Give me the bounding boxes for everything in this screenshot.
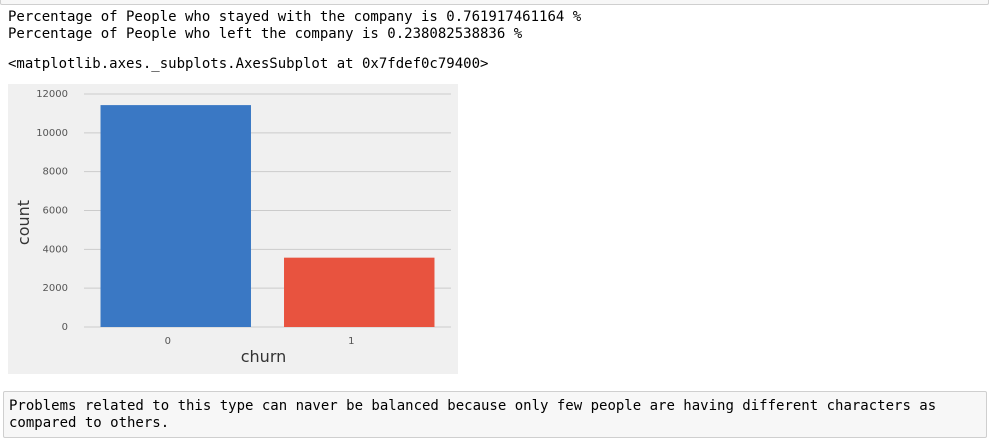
churn-count-chart: 0 2000 4000 6000 8000 10000 12000 0 1 count chu…: [8, 84, 458, 374]
x-tick-label: 0: [165, 336, 171, 347]
y-tick-label: 0: [62, 322, 68, 333]
y-axis-label: count: [14, 200, 33, 245]
x-tick-label: 1: [348, 336, 354, 347]
y-tick-label: 6000: [43, 206, 68, 217]
y-tick-label: 8000: [43, 167, 68, 178]
previous-cell-border: [0, 0, 989, 5]
x-axis-label: churn: [241, 347, 287, 366]
output-stayed-percentage: Percentage of People who stayed with the…: [8, 9, 582, 25]
chart-svg: 0 2000 4000 6000 8000 10000 12000 0 1 count chu…: [14, 89, 451, 366]
notebook-page: Percentage of People who stayed with the…: [0, 0, 997, 441]
y-tick-label: 12000: [36, 89, 68, 100]
bar-churn-1: [284, 257, 435, 327]
bar-churn-0: [100, 105, 251, 328]
markdown-cell[interactable]: Problems related to this type can naver …: [3, 391, 987, 438]
y-tick-label: 10000: [36, 128, 68, 139]
y-tick-label: 4000: [43, 244, 68, 255]
output-left-percentage: Percentage of People who left the compan…: [8, 26, 523, 42]
output-axes-repr: <matplotlib.axes._subplots.AxesSubplot a…: [8, 56, 489, 72]
y-tick-label: 2000: [43, 283, 68, 294]
markdown-text: Problems related to this type can naver …: [9, 398, 937, 431]
